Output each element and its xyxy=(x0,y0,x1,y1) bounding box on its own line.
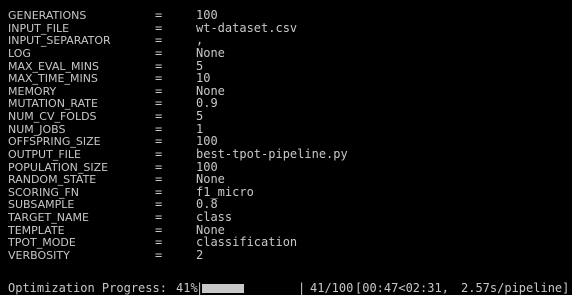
config-key: OUTPUT_FILE xyxy=(8,147,81,161)
progress-right-separator: | xyxy=(298,281,306,295)
config-key: INPUT_FILE xyxy=(8,21,70,35)
progress-bar-fill xyxy=(202,284,244,293)
progress-label: Optimization Progress: xyxy=(8,281,167,295)
config-key: OFFSPRING_SIZE xyxy=(8,135,101,149)
config-key: MAX_EVAL_MINS xyxy=(8,59,99,73)
config-equals: = xyxy=(155,45,163,60)
config-equals: = xyxy=(155,247,163,262)
config-key: POPULATION_SIZE xyxy=(8,160,109,174)
config-key: SCORING_FN xyxy=(8,185,80,199)
config-key: VERBOSITY xyxy=(8,248,70,262)
terminal-window[interactable]: GENERATIONS = 100 INPUT_FILE = wt-dataset.csv… xyxy=(0,0,572,295)
progress-percent: 41% xyxy=(176,281,198,295)
config-key: RANDOM_STATE xyxy=(8,173,97,187)
config-value: wt-dataset.csv xyxy=(196,20,298,35)
config-key: LOG xyxy=(8,46,31,60)
config-key: NUM_CV_FOLDS xyxy=(8,110,97,124)
config-value: None xyxy=(196,45,225,60)
config-key: SUBSAMPLE xyxy=(8,198,75,212)
progress-count: 41/100 xyxy=(310,281,354,295)
config-key: MAX_TIME_MINS xyxy=(8,72,98,86)
progress-bar xyxy=(202,284,304,293)
config-value: best-tpot-pipeline.py xyxy=(196,146,348,161)
config-key: MUTATION_RATE xyxy=(8,97,98,111)
config-key: TEMPLATE xyxy=(8,223,65,237)
config-equals: = xyxy=(155,146,163,161)
config-key: INPUT_SEPARATOR xyxy=(8,34,111,48)
progress-rate: 2.57s/pipeline] xyxy=(461,281,570,295)
config-key: GENERATIONS xyxy=(8,9,87,22)
progress-time: [00:47<02:31, xyxy=(355,281,449,295)
config-key: TARGET_NAME xyxy=(8,211,89,225)
config-key: TPOT_MODE xyxy=(8,236,76,250)
config-value: 2 xyxy=(196,247,204,262)
config-value: classification xyxy=(196,235,298,250)
config-key: MEMORY xyxy=(8,84,57,98)
config-key: NUM_JOBS xyxy=(8,122,66,136)
